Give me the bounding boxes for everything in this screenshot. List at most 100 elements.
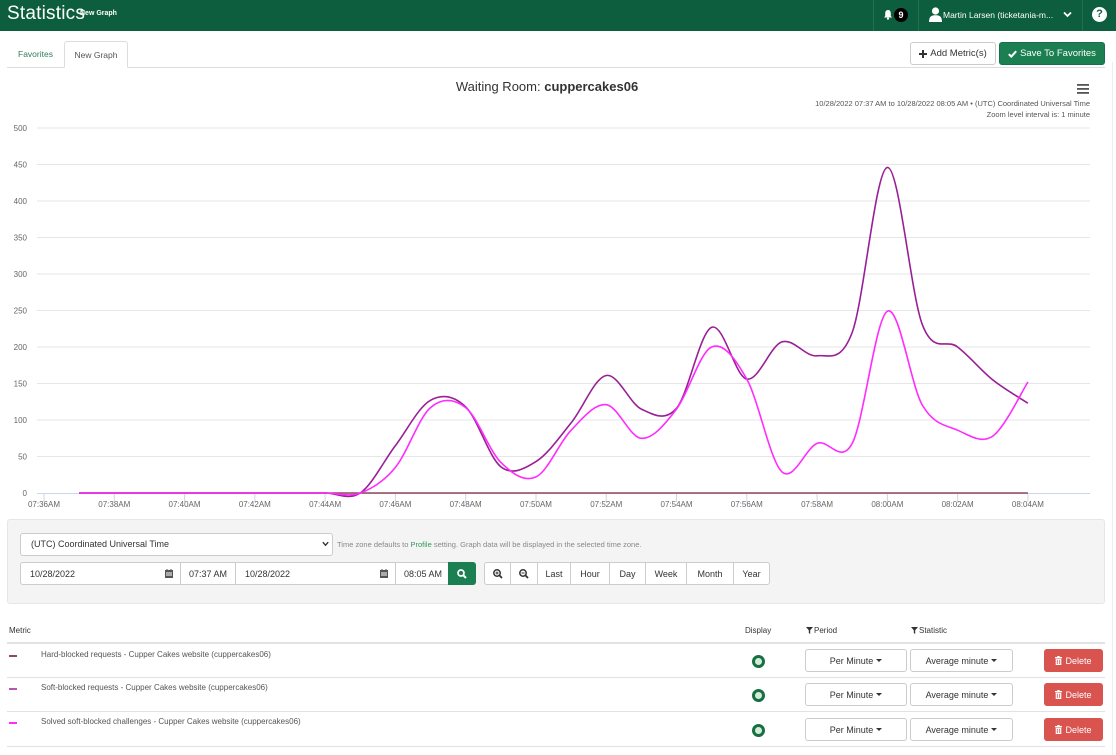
- end-date-input[interactable]: [235, 562, 396, 585]
- zoom-in-button[interactable]: [484, 562, 511, 585]
- delete-metric-button[interactable]: Delete: [1044, 718, 1103, 741]
- y-tick-label: 350: [14, 234, 28, 243]
- user-icon[interactable]: [929, 7, 942, 22]
- x-tick-label: 07:48AM: [450, 500, 482, 509]
- start-date-input[interactable]: [20, 562, 181, 585]
- check-icon: [1008, 50, 1018, 58]
- end-time-input[interactable]: [395, 562, 449, 585]
- user-menu-name[interactable]: Martin Larsen (ticketania-m...: [943, 10, 1053, 20]
- series-line-soft-blocked[interactable]: [79, 166, 1029, 498]
- range-day-button[interactable]: Day: [609, 562, 646, 585]
- display-toggle[interactable]: [752, 689, 765, 702]
- table-row: Solved soft-blocked challenges - Cupper …: [0, 712, 1110, 746]
- y-tick-label: 100: [14, 416, 28, 425]
- delete-metric-button[interactable]: Delete: [1044, 683, 1103, 706]
- chart-title: Waiting Room: cuppercakes06: [0, 79, 1094, 94]
- navbar-divider: [873, 0, 874, 31]
- x-tick-label: 08:00AM: [871, 500, 903, 509]
- statistic-dropdown[interactable]: Average minute: [910, 683, 1013, 706]
- x-tick-label: 07:40AM: [169, 500, 201, 509]
- chevron-down-icon: [322, 541, 329, 547]
- profile-link[interactable]: Profile: [411, 540, 432, 549]
- display-toggle[interactable]: [752, 724, 765, 737]
- filter-icon: [911, 627, 918, 634]
- y-tick-label: 50: [18, 453, 27, 462]
- series-group: [79, 166, 1029, 498]
- hamburger-menu-icon[interactable]: [1077, 84, 1089, 94]
- statistic-value: Average minute: [925, 655, 989, 666]
- display-toggle[interactable]: [752, 655, 765, 668]
- range-week-button[interactable]: Week: [645, 562, 687, 585]
- period-dropdown[interactable]: Per Minute: [805, 649, 907, 672]
- timezone-note: Time zone defaults to Profile setting. G…: [337, 540, 642, 549]
- tab-new-graph[interactable]: New Graph: [64, 41, 128, 68]
- timezone-note-prefix: Time zone defaults to: [337, 540, 411, 549]
- caret-down-icon: [876, 693, 883, 696]
- range-year-button[interactable]: Year: [733, 562, 770, 585]
- trash-icon: [1055, 725, 1063, 734]
- chevron-down-icon[interactable]: [1063, 11, 1072, 18]
- gridlines: [37, 127, 1090, 457]
- metric-name: Hard-blocked requests - Cupper Cakes web…: [41, 650, 271, 659]
- app-title: Statistics: [7, 3, 86, 24]
- column-header-period[interactable]: Period: [806, 626, 837, 635]
- column-header-metric: Metric: [9, 626, 31, 635]
- y-tick-label: 0: [23, 489, 28, 498]
- y-tick-label: 250: [14, 307, 28, 316]
- help-icon[interactable]: ?: [1092, 7, 1107, 22]
- top-navbar: Statistics New Graph 9 Martin Larsen (ti…: [0, 0, 1116, 31]
- y-tick-label: 300: [14, 270, 28, 279]
- caret-down-icon: [991, 659, 998, 662]
- table-row: Soft-blocked requests - Cupper Cakes web…: [0, 678, 1110, 711]
- add-metrics-label: Add Metric(s): [930, 48, 987, 59]
- statistic-dropdown[interactable]: Average minute: [910, 718, 1013, 741]
- caret-down-icon: [876, 728, 883, 731]
- period-value: Per Minute: [829, 689, 874, 700]
- save-to-favorites-button[interactable]: Save To Favorites: [999, 42, 1105, 65]
- metric-name: Soft-blocked requests - Cupper Cakes web…: [41, 683, 268, 692]
- timezone-select[interactable]: (UTC) Coordinated Universal Time: [20, 533, 333, 556]
- navbar-divider: [1082, 0, 1083, 31]
- zoom-out-button[interactable]: [510, 562, 538, 585]
- notification-count-badge[interactable]: 9: [894, 8, 908, 22]
- series-color-swatch: [9, 722, 17, 724]
- line-chart: 050100150200250300350400450500 07:36AM 07…: [14, 124, 1090, 509]
- x-tick-label: 07:46AM: [379, 500, 411, 509]
- series-line-solved-challenges[interactable]: [79, 310, 1029, 496]
- range-hour-button[interactable]: Hour: [570, 562, 610, 585]
- plus-icon: [919, 49, 928, 58]
- delete-label: Delete: [1065, 689, 1092, 700]
- chart-title-prefix: Waiting Room:: [455, 79, 545, 94]
- x-tick-label: 07:42AM: [239, 500, 271, 509]
- x-tick-label: 07:50AM: [520, 500, 552, 509]
- caret-down-icon: [876, 659, 883, 662]
- table-row: Hard-blocked requests - Cupper Cakes web…: [0, 644, 1110, 677]
- add-metrics-button[interactable]: Add Metric(s): [910, 42, 996, 65]
- bell-icon[interactable]: [883, 9, 893, 20]
- trash-icon: [1055, 656, 1063, 665]
- delete-metric-button[interactable]: Delete: [1044, 649, 1103, 672]
- series-color-swatch: [9, 655, 17, 657]
- column-header-statistic-label: Statistic: [919, 626, 948, 635]
- range-last-button[interactable]: Last: [537, 562, 571, 585]
- range-month-button[interactable]: Month: [686, 562, 734, 585]
- row-divider: [7, 746, 1105, 747]
- column-header-statistic[interactable]: Statistic: [911, 626, 947, 635]
- chart-subtitle-range: 10/28/2022 07:37 AM to 10/28/2022 08:05 …: [815, 99, 1090, 108]
- period-dropdown[interactable]: Per Minute: [805, 683, 907, 706]
- statistic-dropdown[interactable]: Average minute: [910, 649, 1013, 672]
- period-dropdown[interactable]: Per Minute: [805, 718, 907, 741]
- x-tick-label: 08:04AM: [1012, 500, 1044, 509]
- series-color-swatch: [9, 688, 17, 690]
- start-time-input[interactable]: [180, 562, 236, 585]
- tab-favorites[interactable]: Favorites: [8, 41, 63, 67]
- x-tick-label: 07:44AM: [309, 500, 341, 509]
- calendar-icon[interactable]: [380, 569, 388, 578]
- apply-range-search-button[interactable]: [448, 562, 476, 585]
- chart-title-room: cuppercakes06: [544, 79, 639, 94]
- trash-icon: [1055, 690, 1063, 699]
- timezone-note-suffix: setting. Graph data will be displayed in…: [431, 540, 642, 549]
- x-tick-label: 07:58AM: [801, 500, 833, 509]
- calendar-icon[interactable]: [165, 569, 173, 578]
- x-axis: 07:36AM 07:38AM 07:40AM 07:42AM 07:44AM 07:46…: [28, 493, 1090, 509]
